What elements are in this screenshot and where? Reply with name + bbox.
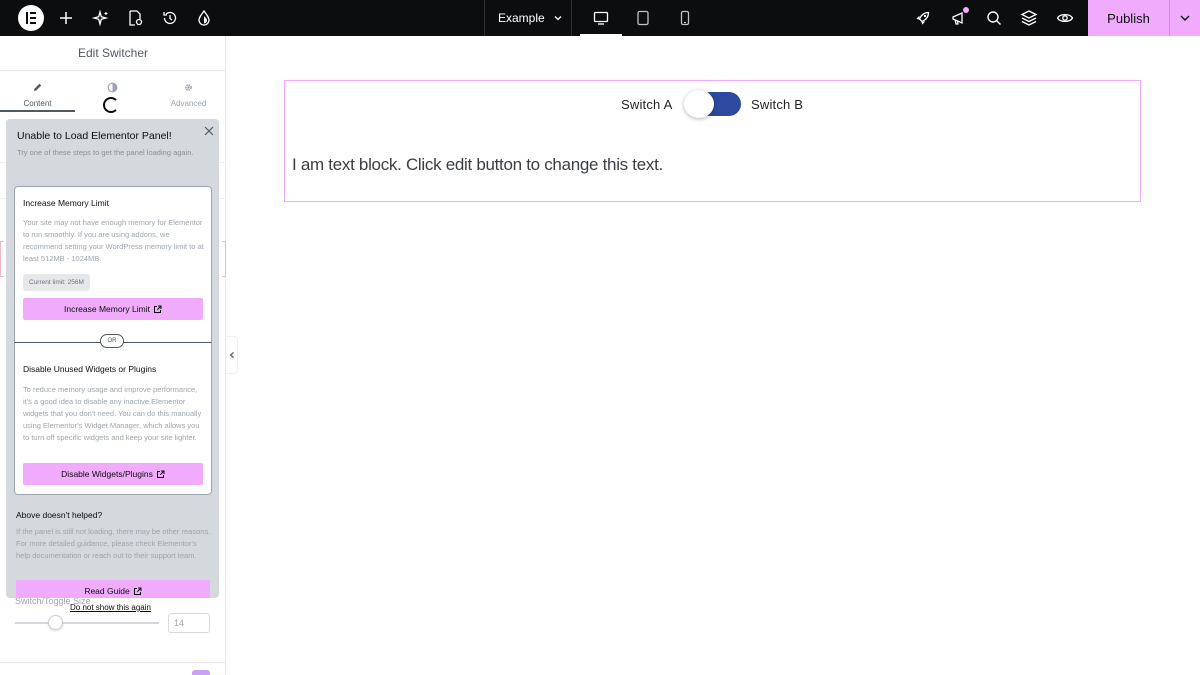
disable-widgets-button[interactable]: Disable Widgets/Plugins bbox=[23, 463, 203, 485]
widgets-title: Disable Unused Widgets or Plugins bbox=[23, 364, 157, 374]
highlight-bracket bbox=[0, 241, 4, 277]
top-bar: Example Publish bbox=[0, 0, 1200, 36]
content-switcher-toggle[interactable] bbox=[684, 90, 741, 118]
switch-a-label[interactable]: Switch A bbox=[621, 97, 672, 112]
chevron-down-icon bbox=[553, 13, 563, 23]
publish-options-button[interactable] bbox=[1169, 0, 1200, 36]
external-link-icon bbox=[133, 587, 142, 596]
desktop-icon bbox=[593, 10, 609, 26]
search-icon[interactable] bbox=[985, 9, 1003, 27]
tab-label: Advanced bbox=[170, 99, 207, 108]
sparkle-icon[interactable] bbox=[92, 9, 110, 27]
pencil-icon bbox=[32, 82, 43, 93]
tab-advanced[interactable]: Advanced bbox=[151, 72, 226, 112]
structure-icon[interactable] bbox=[1020, 9, 1038, 27]
theme-style-icon[interactable] bbox=[195, 9, 213, 27]
switch-size-slider-handle[interactable] bbox=[48, 615, 63, 630]
highlight-bracket bbox=[222, 241, 226, 277]
switch-size-input[interactable]: 14 bbox=[168, 613, 210, 633]
increase-memory-button[interactable]: Increase Memory Limit bbox=[23, 298, 203, 320]
divider bbox=[571, 0, 572, 36]
elementor-logo-icon[interactable] bbox=[18, 5, 44, 31]
toggle-knob bbox=[684, 90, 714, 118]
panel-footer-chip[interactable] bbox=[192, 670, 210, 675]
switch-size-slider-track[interactable] bbox=[15, 622, 159, 624]
tablet-view-button[interactable] bbox=[622, 0, 664, 36]
close-icon[interactable] bbox=[203, 125, 215, 137]
chevron-down-icon bbox=[1179, 12, 1191, 24]
dont-show-again-link[interactable]: Do not show this again bbox=[70, 603, 151, 612]
plus-icon[interactable] bbox=[57, 9, 75, 27]
rocket-icon[interactable] bbox=[914, 9, 932, 27]
publish-button[interactable]: Publish bbox=[1088, 0, 1169, 36]
switch-b-label[interactable]: Switch B bbox=[751, 97, 803, 112]
divider bbox=[0, 662, 226, 663]
read-guide-button[interactable]: Read Guide bbox=[16, 580, 210, 598]
widgets-card: Disable Unused Widgets or Plugins To red… bbox=[14, 342, 212, 495]
text-block[interactable]: I am text block. Click edit button to ch… bbox=[292, 155, 663, 175]
button-label: Increase Memory Limit bbox=[64, 304, 150, 314]
mobile-view-button[interactable] bbox=[664, 0, 706, 36]
page-settings-icon[interactable] bbox=[126, 9, 144, 27]
history-icon[interactable] bbox=[161, 9, 179, 27]
panel-error-modal: Unable to Load Elementor Panel! Try one … bbox=[6, 119, 219, 598]
loading-spinner bbox=[103, 97, 119, 113]
button-label: Disable Widgets/Plugins bbox=[61, 469, 153, 479]
tab-content[interactable]: Content bbox=[0, 72, 75, 112]
modal-title: Unable to Load Elementor Panel! bbox=[17, 130, 172, 142]
or-divider-pill: OR bbox=[100, 334, 124, 348]
help-body: If the panel is still not loading, there… bbox=[16, 527, 211, 560]
style-half-circle-icon bbox=[107, 82, 118, 93]
memory-title: Increase Memory Limit bbox=[23, 198, 109, 208]
button-label: Read Guide bbox=[84, 586, 130, 596]
notification-dot bbox=[963, 7, 969, 13]
desktop-view-button[interactable] bbox=[580, 0, 622, 36]
collapse-panel-button[interactable] bbox=[226, 336, 238, 374]
current-limit-badge: Current limit: 256M bbox=[23, 274, 90, 291]
external-link-icon bbox=[156, 470, 165, 479]
memory-card: Increase Memory Limit Your site may not … bbox=[14, 186, 212, 342]
external-link-icon bbox=[153, 305, 162, 314]
chevron-left-icon bbox=[228, 351, 236, 359]
tab-label: Content bbox=[23, 99, 52, 108]
gear-icon bbox=[183, 82, 194, 93]
tablet-icon bbox=[635, 10, 651, 26]
memory-body: Your site may not have enough memory for… bbox=[23, 218, 204, 263]
help-title: Above doesn't helped? bbox=[16, 510, 103, 520]
panel-title: Edit Switcher bbox=[0, 36, 226, 71]
widgets-body: To reduce memory usage and improve perfo… bbox=[23, 385, 202, 442]
mobile-icon bbox=[677, 10, 693, 26]
modal-subtitle: Try one of these steps to get the panel … bbox=[17, 148, 194, 157]
site-selector[interactable]: Example bbox=[485, 0, 571, 36]
site-name: Example bbox=[498, 11, 545, 25]
preview-eye-icon[interactable] bbox=[1056, 9, 1074, 27]
